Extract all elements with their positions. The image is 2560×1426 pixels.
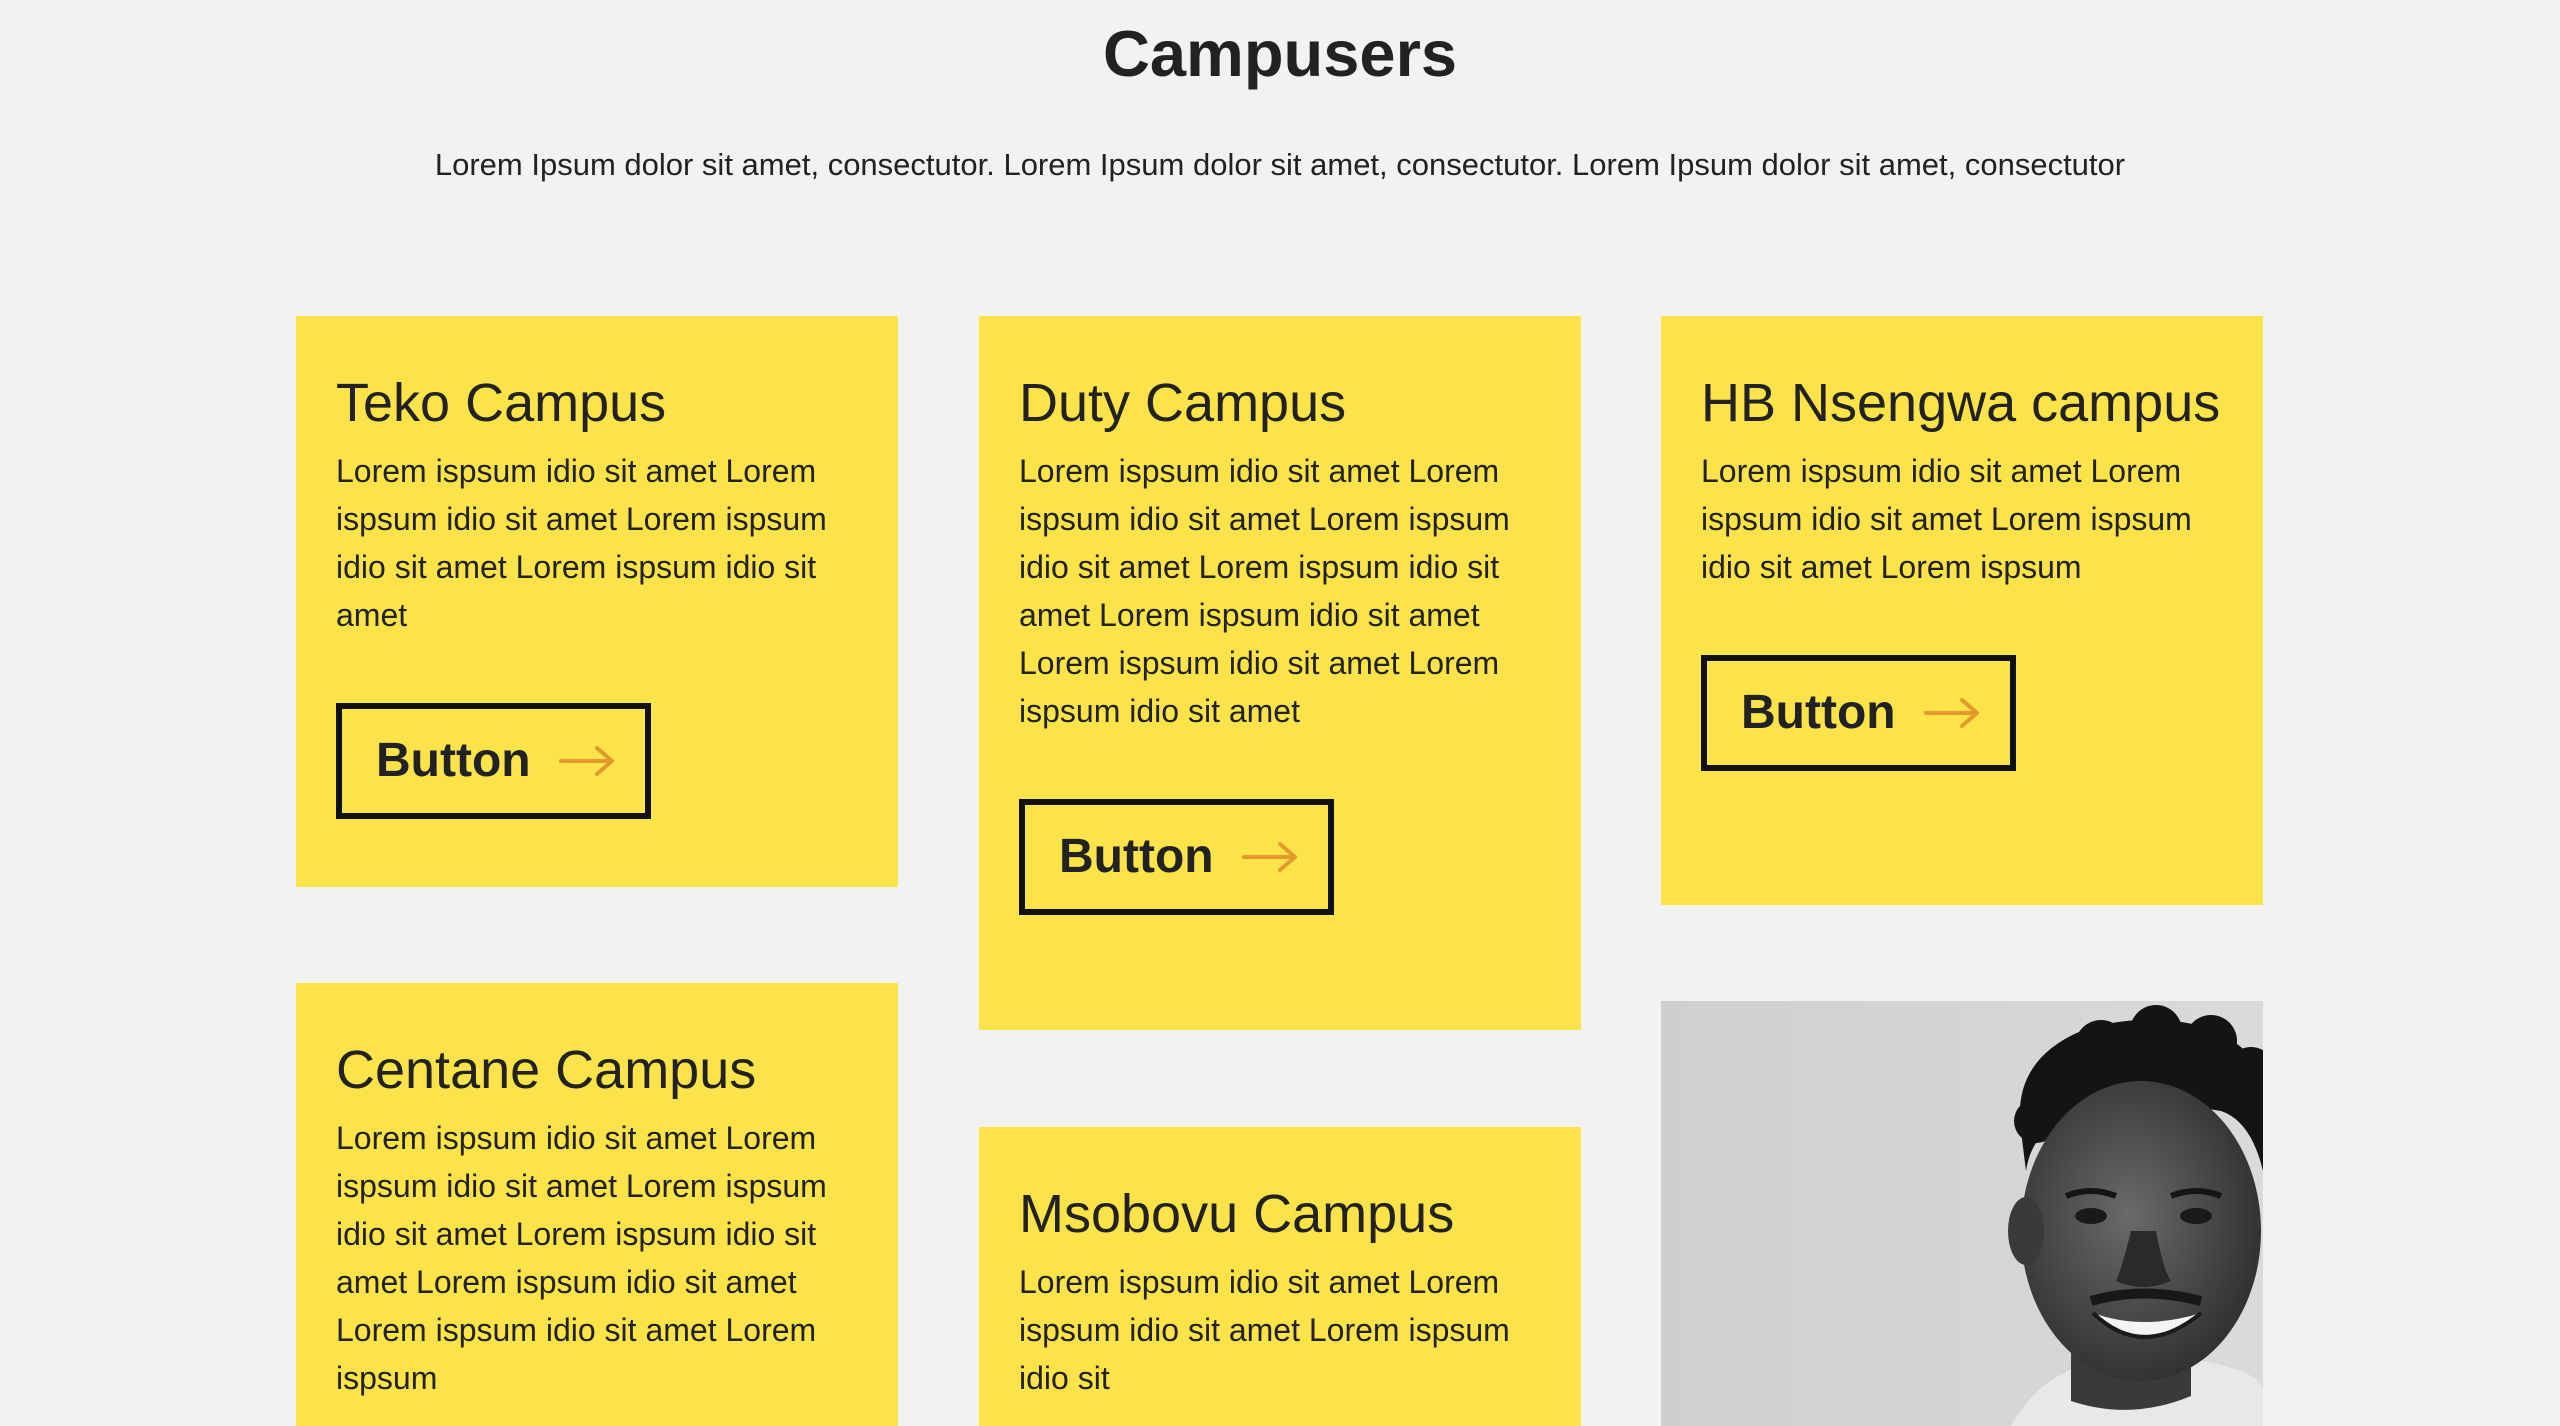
card-title: Msobovu Campus (1019, 1184, 1455, 1244)
card-title: HB Nsengwa campus (1701, 373, 2221, 433)
button-label: Button (376, 734, 531, 787)
teko-campus-button[interactable]: Button (336, 703, 651, 819)
button-label: Button (1059, 830, 1214, 883)
campus-card-teko: Teko Campus Lorem ispsum idio sit amet L… (296, 316, 898, 887)
arrow-right-icon (558, 745, 615, 777)
campus-card-msobovu: Msobovu Campus Lorem ispsum idio sit ame… (979, 1127, 1581, 1426)
person-photo (1661, 1001, 2263, 1426)
card-title: Teko Campus (336, 373, 667, 433)
button-label: Button (1741, 686, 1896, 739)
card-title: Centane Campus (336, 1040, 757, 1100)
card-text: Lorem ispsum idio sit amet Lorem ispsum … (336, 453, 827, 633)
campus-card-hb-nsengwa: HB Nsengwa campus Lorem ispsum idio sit … (1661, 316, 2263, 905)
hb-nsengwa-campus-button[interactable]: Button (1701, 655, 2016, 771)
duty-campus-button[interactable]: Button (1019, 799, 1334, 915)
card-text: Lorem ispsum idio sit amet Lorem ispsum … (1019, 1264, 1510, 1396)
page-title: Campusers (1102, 17, 1458, 90)
campus-card-centane: Centane Campus Lorem ispsum idio sit ame… (296, 983, 898, 1426)
arrow-right-icon (1923, 697, 1980, 729)
campus-card-duty: Duty Campus Lorem ispsum idio sit amet L… (979, 316, 1581, 1030)
card-text: Lorem ispsum idio sit amet Lorem ispsum … (1701, 453, 2192, 585)
page-subtitle: Lorem Ipsum dolor sit amet, consectutor.… (434, 147, 2126, 182)
card-text: Lorem ispsum idio sit amet Lorem ispsum … (336, 1120, 827, 1396)
arrow-right-icon (1241, 841, 1298, 873)
person-portrait-image (1661, 1001, 2263, 1426)
card-title: Duty Campus (1019, 373, 1347, 433)
card-text: Lorem ispsum idio sit amet Lorem ispsum … (1019, 453, 1510, 729)
